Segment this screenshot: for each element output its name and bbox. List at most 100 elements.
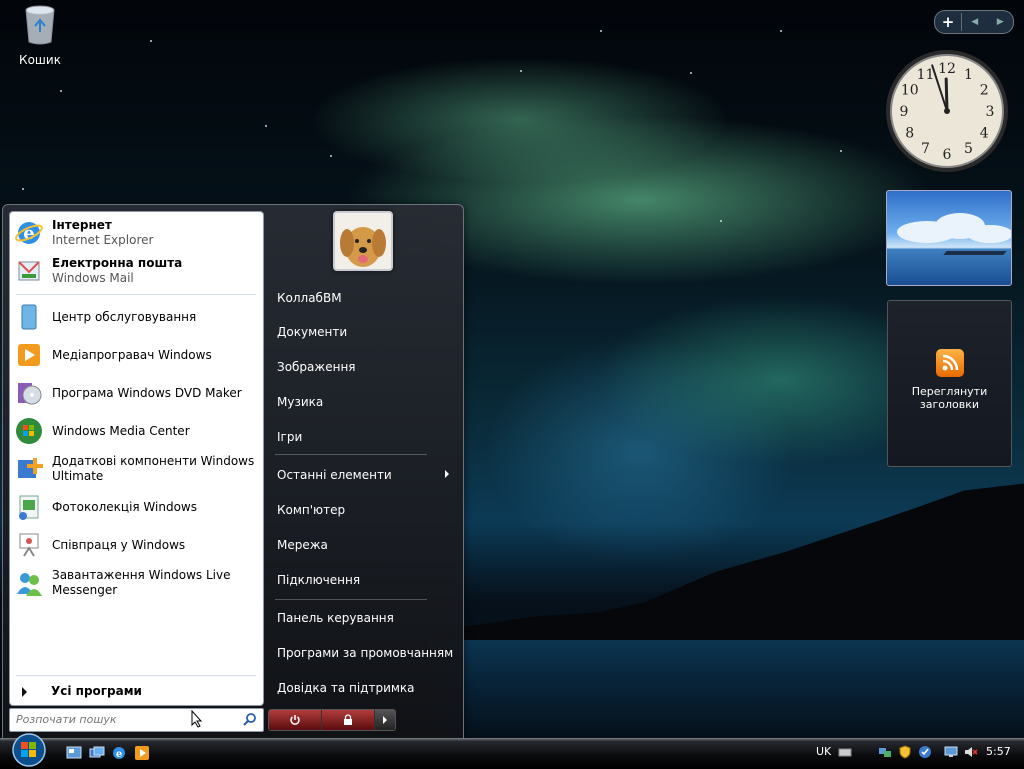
recent-media-player[interactable]: Медіапрогравач Windows (14, 340, 259, 370)
feed-headlines-gadget[interactable]: Переглянути заголовки (887, 300, 1012, 467)
clock-numeral: 12 (938, 61, 956, 77)
security-shield-icon[interactable] (898, 745, 912, 759)
add-gadget-button[interactable]: + (935, 13, 962, 31)
start-button[interactable] (8, 732, 50, 768)
pinned-internet[interactable]: e Інтернет Internet Explorer (14, 218, 259, 248)
pinned-email-title: Електронна пошта (52, 256, 183, 270)
menu-item-recent-items[interactable]: Останні елементи (277, 468, 392, 482)
language-indicator[interactable]: UK (816, 745, 831, 758)
menu-item-help-support[interactable]: Довідка та підтримка (277, 681, 415, 695)
menu-item-pictures[interactable]: Зображення (277, 360, 356, 374)
mouse-cursor-icon (191, 710, 203, 728)
recent-label: Програма Windows DVD Maker (52, 385, 242, 400)
recycle-bin-label: Кошик (19, 53, 61, 67)
power-controls (268, 709, 396, 731)
start-menu: e Інтернет Internet Explorer Електронна … (2, 204, 464, 740)
recent-label: Центр обслуговування (52, 309, 197, 324)
defender-icon[interactable] (918, 745, 932, 759)
power-icon (290, 715, 300, 725)
recent-meeting-space[interactable]: Співпраця у Windows (14, 530, 259, 560)
submenu-arrow-icon (445, 470, 449, 478)
clock-numeral: 5 (964, 141, 973, 157)
internet-explorer-icon: e (15, 222, 43, 244)
recent-label: Співпраця у Windows (52, 537, 186, 552)
live-messenger-icon (17, 573, 42, 596)
pinned-email-subtitle: Windows Mail (52, 271, 134, 285)
recent-label-line2: Ultimate (52, 469, 104, 483)
show-desktop-icon[interactable] (66, 745, 82, 761)
lake-reflection (430, 640, 1024, 738)
internet-explorer-quicklaunch-icon[interactable]: e (111, 745, 127, 761)
clock-numeral: 2 (980, 83, 989, 99)
start-search-box[interactable] (9, 708, 264, 732)
recent-photo-gallery[interactable]: Фотоколекція Windows (14, 492, 259, 522)
sidebar-controls: + ◀ ▶ (934, 10, 1014, 34)
right-separator-1 (275, 454, 427, 455)
shutdown-options-button[interactable] (375, 710, 395, 730)
computer-network-icon[interactable] (944, 745, 958, 759)
media-player-icon (18, 344, 40, 366)
slideshow-gadget[interactable] (886, 190, 1012, 286)
volume-muted-icon[interactable] (964, 745, 978, 759)
clock-numeral: 7 (921, 141, 930, 157)
pinned-separator (16, 294, 256, 295)
lock-button[interactable] (322, 710, 375, 730)
recycle-bin-icon (25, 5, 55, 45)
clock-numeral: 9 (900, 104, 909, 120)
menu-item-computer[interactable]: Комп'ютер (277, 503, 345, 517)
clock-numeral: 6 (943, 147, 952, 163)
svg-text:e: e (116, 749, 122, 760)
meeting-space-icon (19, 533, 39, 557)
recent-welcome-center[interactable]: Центр обслуговування (14, 302, 259, 332)
view-headlines-label[interactable]: Переглянути заголовки (888, 385, 1011, 411)
media-player-quicklaunch-icon[interactable] (134, 745, 150, 761)
recent-label: Фотоколекція Windows (52, 499, 197, 514)
arrow-right-icon (22, 686, 27, 697)
recent-media-center[interactable]: Windows Media Center (14, 416, 259, 446)
system-tray: UK 5:57 (812, 738, 1024, 768)
dvd-maker-icon (18, 383, 42, 405)
programs-pane: e Інтернет Internet Explorer Електронна … (9, 211, 264, 706)
power-button[interactable] (269, 710, 322, 730)
menu-item-music[interactable]: Музика (277, 395, 323, 409)
recent-dvd-maker[interactable]: Програма Windows DVD Maker (14, 378, 259, 408)
pinned-internet-subtitle: Internet Explorer (52, 233, 154, 247)
clock-numeral: 11 (917, 67, 935, 83)
recycle-bin-shortcut[interactable]: Кошик (12, 4, 68, 67)
rss-icon (935, 349, 964, 377)
menu-item-user-folder[interactable]: КоллабВМ (277, 291, 342, 305)
keyboard-icon[interactable] (838, 745, 852, 759)
ultimate-extras-icon (18, 458, 43, 478)
switch-windows-icon[interactable] (89, 745, 105, 761)
recent-label: Медіапрогравач Windows (52, 347, 212, 362)
clock-numeral: 8 (905, 126, 914, 142)
photo-gallery-icon (19, 495, 39, 520)
welcome-center-icon (21, 304, 37, 330)
pinned-email[interactable]: Електронна пошта Windows Mail (14, 256, 259, 286)
clock-gadget[interactable]: 12 12 3 45678 9 1011 (884, 48, 1010, 174)
clock-numeral: 1 (964, 67, 973, 83)
clock-numeral: 10 (901, 83, 919, 99)
clock-time[interactable]: 5:57 (986, 745, 1011, 758)
menu-item-documents[interactable]: Документи (277, 325, 347, 339)
mountain-silhouette (430, 483, 1024, 640)
sidebar-next-button[interactable]: ▶ (988, 17, 1014, 27)
sidebar-prev-button[interactable]: ◀ (962, 17, 988, 27)
all-programs-button[interactable]: Усі програми (22, 684, 142, 698)
menu-item-games[interactable]: Ігри (277, 430, 302, 444)
menu-item-connect-to[interactable]: Підключення (277, 573, 360, 587)
clock-numeral: 4 (980, 126, 989, 142)
lock-icon (344, 714, 352, 725)
recent-label: Windows Media Center (52, 423, 190, 438)
recent-ultimate-extras[interactable]: Додаткові компоненти Windows Ultimate (14, 454, 259, 484)
recent-live-messenger[interactable]: Завантаження Windows Live Messenger (14, 568, 259, 598)
chevron-right-icon (383, 716, 387, 724)
menu-item-default-programs[interactable]: Програми за промовчанням (277, 646, 453, 660)
menu-item-control-panel[interactable]: Панель керування (277, 611, 394, 625)
menu-item-network[interactable]: Мережа (277, 538, 328, 552)
all-programs-separator (16, 675, 256, 676)
search-icon[interactable] (243, 712, 257, 726)
recent-label-line2: Messenger (52, 583, 118, 597)
user-avatar[interactable] (333, 211, 393, 271)
network-status-icon[interactable] (878, 745, 892, 759)
